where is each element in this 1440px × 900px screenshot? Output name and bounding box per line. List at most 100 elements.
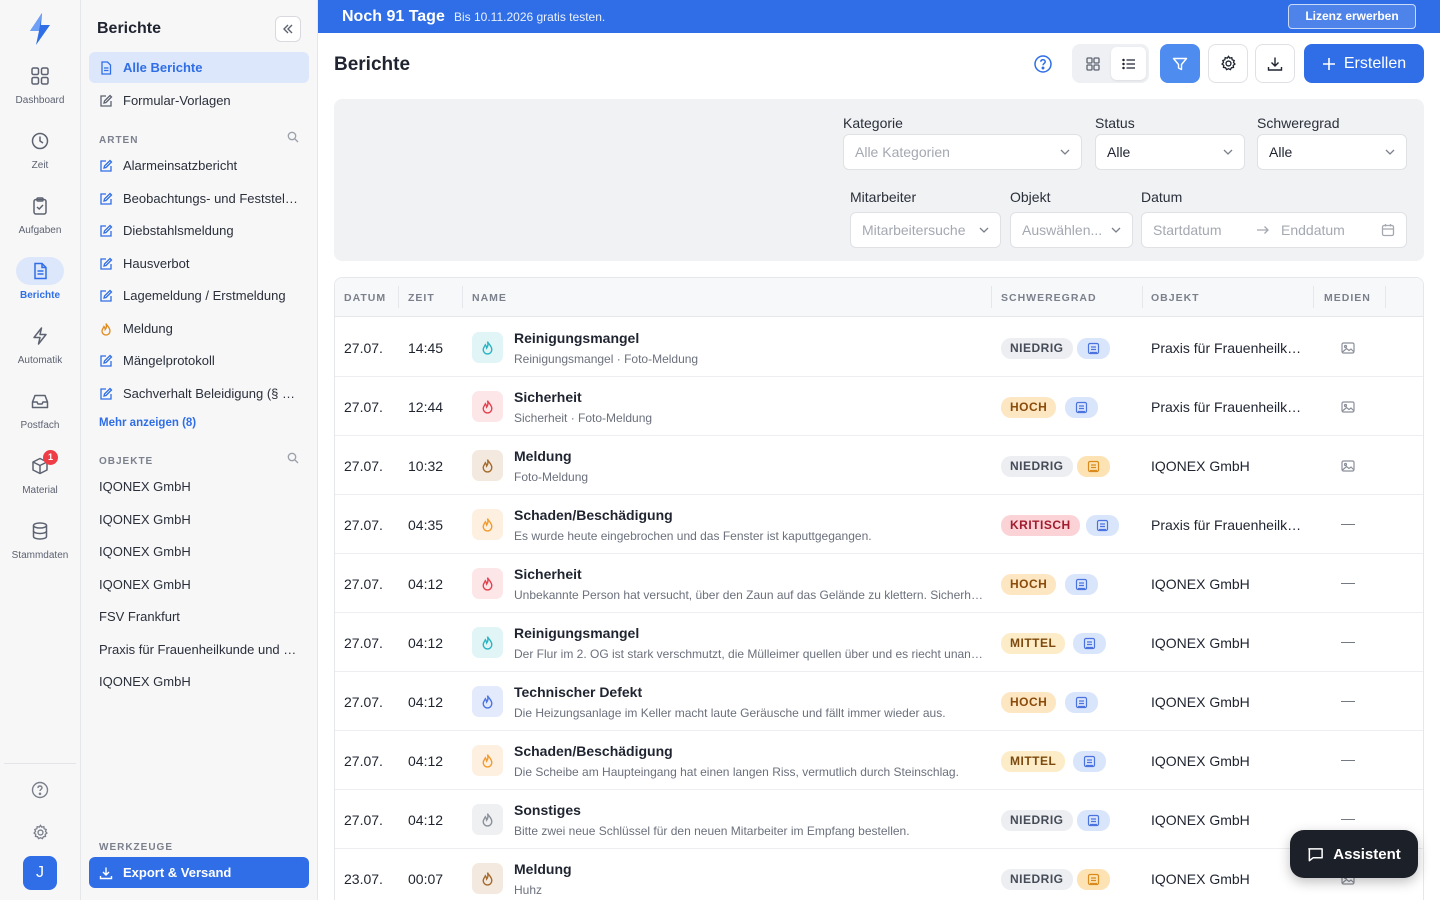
icon-rail: Dashboard Zeit Aufgaben Berichte Automat… — [0, 0, 81, 900]
table-row[interactable]: 27.07. 04:35 Schaden/Beschädigung Es wurde … — [335, 495, 1423, 554]
image-icon[interactable] — [1341, 459, 1355, 473]
user-avatar[interactable]: J — [23, 856, 57, 890]
column-header-medien[interactable]: MEDIEN — [1324, 292, 1371, 304]
help-circle-icon[interactable] — [27, 777, 53, 803]
filter-button[interactable] — [1160, 44, 1200, 83]
sidebar-item-art[interactable]: Meldung — [89, 313, 309, 344]
sidebar-object-item[interactable]: IQONEX GmbH — [99, 674, 299, 689]
chat-icon — [1308, 847, 1324, 861]
sidebar-item-art[interactable]: Mängelprotokoll — [89, 345, 309, 376]
table-row[interactable]: 27.07. 12:44 Sicherheit Sicherheit · Foto-M… — [335, 377, 1423, 436]
assistant-button[interactable]: Assistent — [1290, 830, 1418, 878]
table-row[interactable]: 27.07. 04:12 Sicherheit Unbekannte Person h… — [335, 554, 1423, 613]
row-time: 04:12 — [408, 635, 444, 651]
sidebar-object-item[interactable]: Praxis für Frauenheilkunde und Geburtshi… — [99, 642, 299, 657]
objekt-select[interactable]: Auswählen... — [1010, 212, 1133, 248]
list-view-button[interactable] — [1111, 47, 1146, 80]
sidebar-item-label: Sachverhalt Beleidigung (§ 185 StGB) — [123, 386, 298, 401]
rail-item-aufgaben[interactable]: Aufgaben — [0, 192, 80, 250]
column-header-zeit[interactable]: ZEIT — [408, 292, 435, 304]
rail-item-postfach[interactable]: Postfach — [0, 387, 80, 445]
collapse-sidebar-button[interactable] — [275, 16, 301, 42]
grid-view-button[interactable] — [1075, 47, 1110, 80]
sidebar-object-item[interactable]: IQONEX GmbH — [99, 544, 299, 559]
edit-icon — [100, 387, 113, 400]
file-text-icon — [16, 257, 64, 285]
sidebar-item-art[interactable]: Alarmeinsatzbericht — [89, 150, 309, 181]
row-date: 23.07. — [344, 871, 383, 887]
rail-item-dashboard[interactable]: Dashboard — [0, 62, 80, 120]
table-row[interactable]: 27.07. 04:12 Reinigungsmangel Der Flur im 2… — [335, 613, 1423, 672]
sidebar-object-item[interactable]: IQONEX GmbH — [99, 577, 299, 592]
rail-item-stammdaten[interactable]: Stammdaten — [0, 517, 80, 575]
assistant-label: Assistent — [1333, 845, 1401, 863]
search-icon[interactable] — [287, 452, 299, 464]
settings-button[interactable] — [1208, 44, 1248, 83]
column-divider — [398, 286, 399, 308]
category-flame-icon — [472, 509, 503, 540]
sidebar-item-art[interactable]: Diebstahlsmeldung — [89, 215, 309, 246]
show-more-link[interactable]: Mehr anzeigen (8) — [99, 417, 196, 429]
help-circle-icon[interactable] — [1033, 54, 1053, 74]
sidebar-item-formular-vorlagen[interactable]: Formular-Vorlagen — [89, 85, 309, 116]
mitarbeiter-select[interactable]: Mitarbeitersuche — [850, 212, 1001, 248]
main-content: Berichte Erstellen Kategorie Alle Katego… — [318, 33, 1440, 900]
column-header-objekt[interactable]: OBJEKT — [1151, 292, 1200, 304]
column-header-name[interactable]: NAME — [472, 292, 507, 304]
sidebar-object-item[interactable]: IQONEX GmbH — [99, 479, 299, 494]
rail-item-automatik[interactable]: Automatik — [0, 322, 80, 380]
sidebar-item-art[interactable]: Hausverbot — [89, 248, 309, 279]
sidebar-item-art[interactable]: Beobachtungs- und Feststellungsbericht — [89, 183, 309, 214]
column-header-datum[interactable]: DATUM — [344, 292, 386, 304]
create-button[interactable]: Erstellen — [1304, 44, 1424, 83]
filter-label-objekt: Objekt — [1010, 189, 1051, 205]
column-divider — [1142, 286, 1143, 308]
database-icon — [16, 517, 64, 545]
table-row[interactable]: 27.07. 04:12 Technischer Defekt Die Heizung… — [335, 672, 1423, 731]
row-object: Praxis für Frauenheilkunde und Geburtshi… — [1151, 340, 1306, 356]
rail-item-material[interactable]: 1 Material — [0, 450, 80, 510]
material-badge: 1 — [43, 450, 58, 465]
row-description: Die Heizungsanlage im Keller macht laute… — [514, 706, 946, 720]
row-object: IQONEX GmbH — [1151, 753, 1250, 769]
table-row[interactable]: 27.07. 04:12 Sonstiges Bitte zwei neue Schl… — [335, 790, 1423, 849]
form-type-chip — [1065, 692, 1098, 713]
buy-license-button[interactable]: Lizenz erwerben — [1288, 4, 1416, 29]
download-button[interactable] — [1255, 44, 1295, 83]
column-header-schweregrad[interactable]: SCHWEREGRAD — [1001, 292, 1097, 304]
column-divider — [1313, 286, 1314, 308]
gear-icon[interactable] — [27, 819, 53, 845]
image-icon[interactable] — [1341, 341, 1355, 355]
kategorie-select[interactable]: Alle Kategorien — [843, 134, 1082, 170]
sidebar-item-art[interactable]: Lagemeldung / Erstmeldung — [89, 280, 309, 311]
form-type-chip — [1086, 515, 1119, 536]
row-name: Sonstiges — [514, 802, 581, 818]
plus-icon — [1322, 57, 1335, 70]
app-logo-icon[interactable] — [27, 12, 53, 46]
status-select[interactable]: Alle — [1095, 134, 1245, 170]
schweregrad-select[interactable]: Alle — [1257, 134, 1407, 170]
column-divider — [991, 286, 992, 308]
rail-item-zeit[interactable]: Zeit — [0, 127, 80, 185]
sidebar-item-alle-berichte[interactable]: Alle Berichte — [89, 52, 309, 83]
export-send-button[interactable]: Export & Versand — [89, 857, 309, 888]
severity-badge: MITTEL — [1001, 751, 1066, 772]
table-row[interactable]: 23.07. 00:07 Meldung Huhz NIEDRIG IQONEX GmbH — [335, 849, 1423, 900]
list-icon — [1121, 58, 1135, 69]
filter-icon — [1172, 57, 1188, 70]
sidebar-object-item[interactable]: FSV Frankfurt — [99, 609, 299, 624]
severity-badge: MITTEL — [1001, 633, 1066, 654]
search-icon[interactable] — [287, 131, 299, 143]
table-row[interactable]: 27.07. 10:32 Meldung Foto-Meldung NIEDRIG IQO… — [335, 436, 1423, 495]
sidebar-object-item[interactable]: IQONEX GmbH — [99, 512, 299, 527]
chevron-down-icon — [979, 227, 989, 233]
rail-item-berichte[interactable]: Berichte — [0, 257, 80, 315]
severity-badge: NIEDRIG — [1001, 869, 1073, 890]
mitarbeiter-placeholder: Mitarbeitersuche — [862, 222, 966, 238]
image-icon[interactable] — [1341, 400, 1355, 414]
sidebar-item-art[interactable]: Sachverhalt Beleidigung (§ 185 StGB) — [89, 378, 309, 409]
table-row[interactable]: 27.07. 14:45 Reinigungsmangel Reinigungsman… — [335, 318, 1423, 377]
flame-icon — [482, 577, 493, 591]
table-row[interactable]: 27.07. 04:12 Schaden/Beschädigung Die Schei… — [335, 731, 1423, 790]
date-range-picker[interactable]: Startdatum Enddatum — [1141, 212, 1407, 248]
